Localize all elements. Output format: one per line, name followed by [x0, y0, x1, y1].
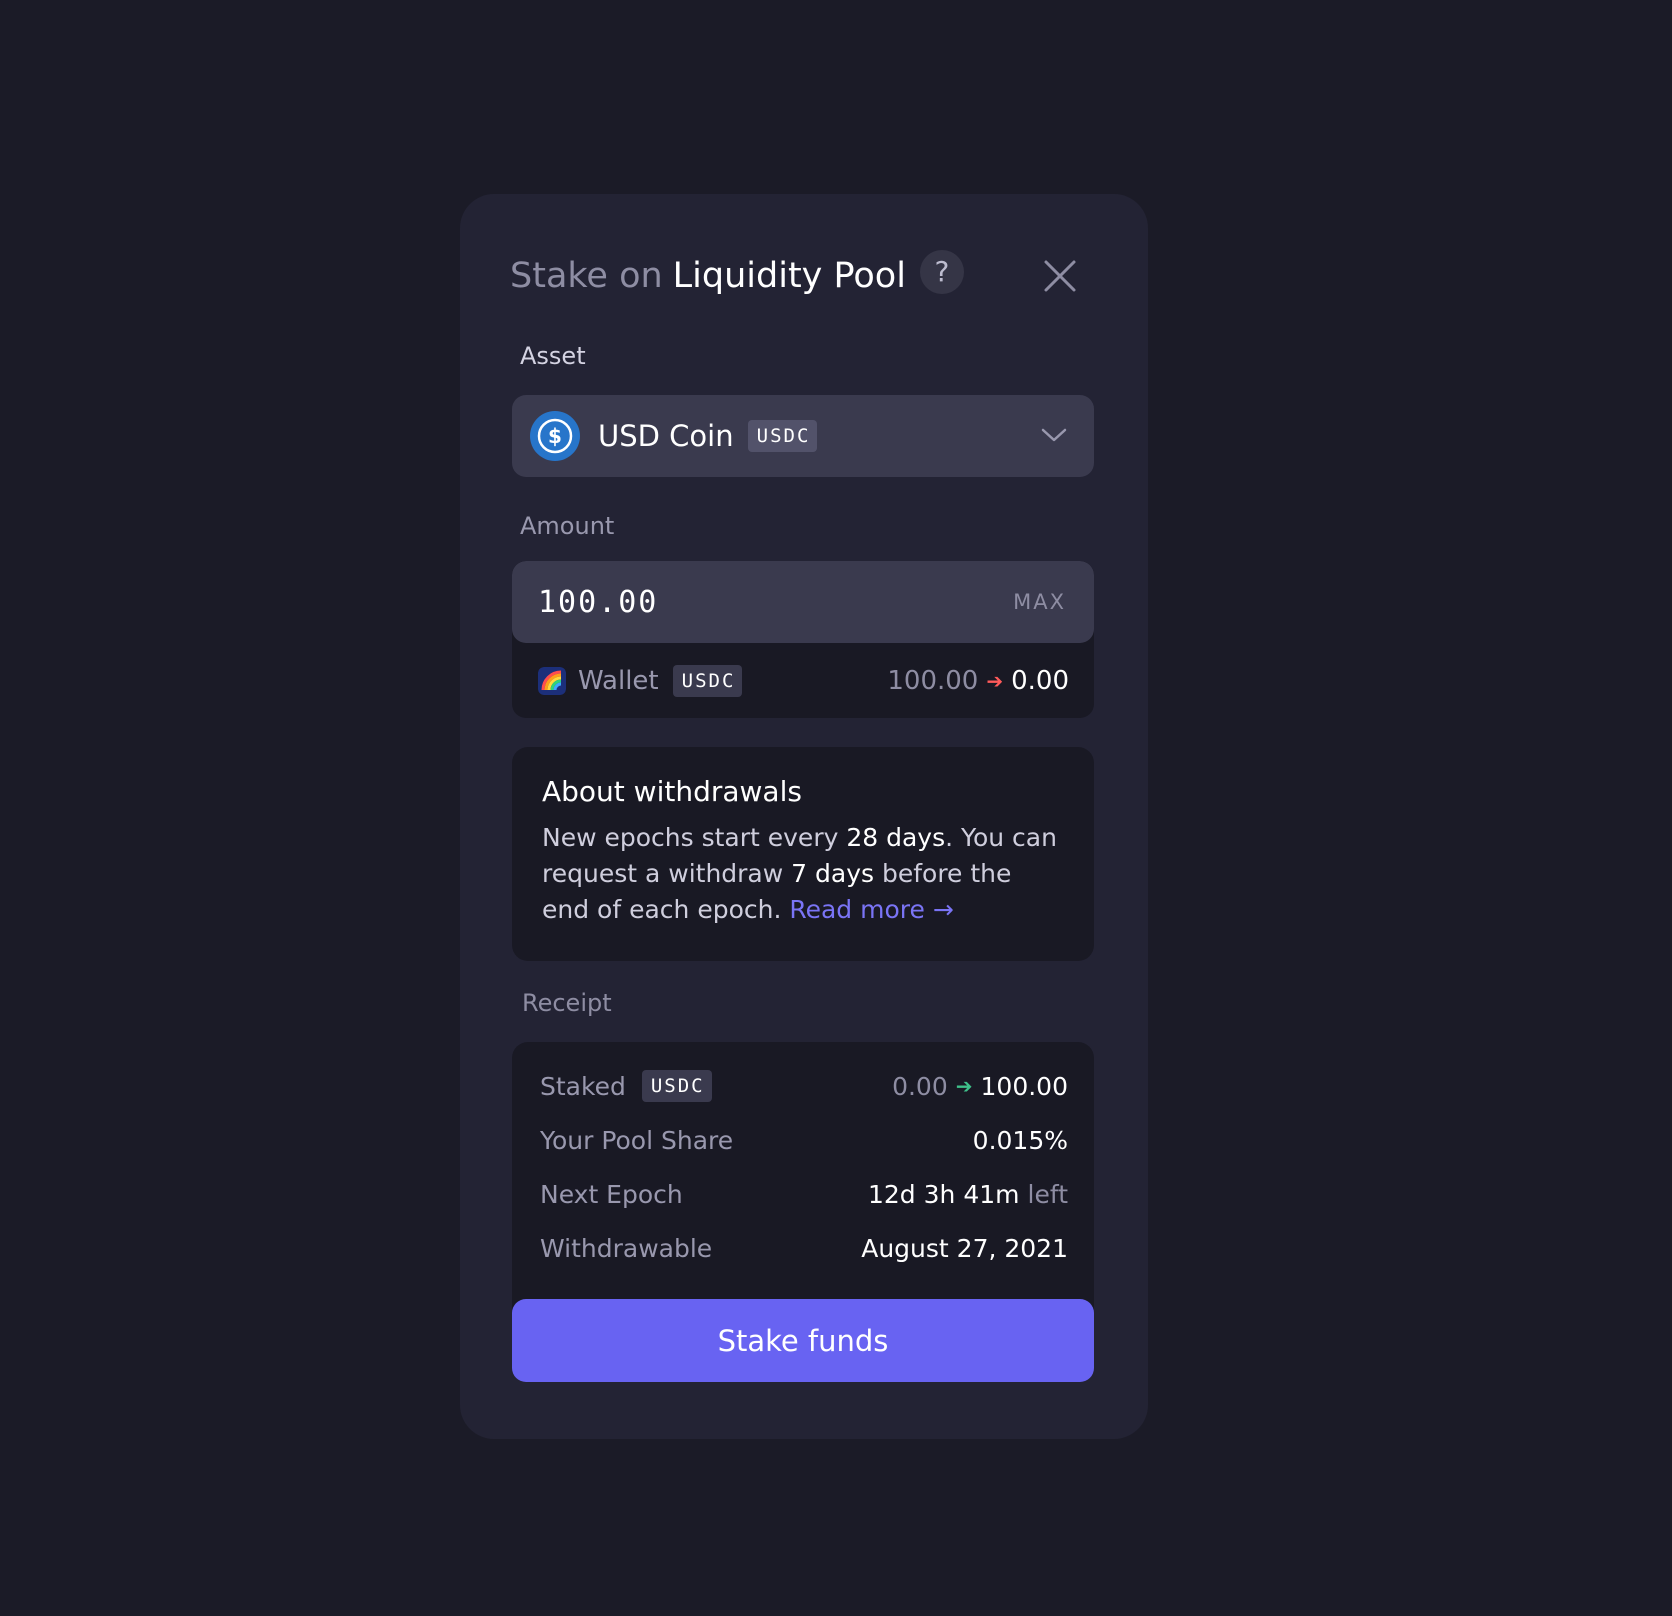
read-more-link[interactable]: Read more →: [789, 895, 953, 924]
asset-ticker-badge: USDC: [747, 420, 818, 452]
staked-label: Staked: [540, 1071, 626, 1101]
asset-select[interactable]: $ USD Coin USDC: [512, 395, 1094, 477]
wallet-balance-from: 100.00: [887, 665, 979, 696]
next-epoch-time: 12d 3h 41m: [868, 1179, 1020, 1209]
next-epoch-value: 12d 3h 41m left: [868, 1180, 1068, 1209]
title-pool-name: Liquidity Pool: [672, 256, 906, 296]
wallet-balance-row: Wallet USDC 100.00 ➔ 0.00: [512, 643, 1094, 718]
arrow-right-icon: ➔: [955, 1074, 973, 1098]
amount-panel: MAX Wallet USDC 100.00 ➔ 0.00: [512, 561, 1094, 718]
amount-input-box[interactable]: MAX: [512, 561, 1094, 643]
wallet-label: Wallet: [578, 665, 659, 696]
close-icon[interactable]: [1042, 258, 1078, 294]
staked-ticker-badge: USDC: [641, 1070, 712, 1102]
max-button[interactable]: MAX: [1013, 590, 1066, 614]
receipt-row-next-epoch: Next Epoch 12d 3h 41m left: [540, 1174, 1068, 1214]
withdrawable-value: August 27, 2021: [861, 1233, 1068, 1263]
stake-funds-button[interactable]: Stake funds: [512, 1299, 1094, 1382]
next-epoch-suffix: left: [1027, 1179, 1069, 1209]
request-days: 7 days: [791, 859, 875, 888]
epoch-days: 28 days: [846, 823, 946, 852]
wallet-ticker-badge: USDC: [672, 664, 743, 697]
staked-from: 0.00: [892, 1071, 948, 1101]
pool-share-label: Your Pool Share: [540, 1125, 734, 1155]
receipt-label: Receipt: [522, 989, 612, 1017]
pool-share-value: 0.015%: [972, 1125, 1068, 1155]
chevron-down-icon[interactable]: [1040, 425, 1068, 445]
svg-text:$: $: [548, 424, 562, 448]
asset-label: Asset: [520, 342, 586, 370]
amount-input[interactable]: [538, 584, 838, 620]
withdrawable-label: Withdrawable: [540, 1233, 713, 1263]
modal-header: Stake on Liquidity Pool ?: [510, 246, 1098, 306]
wallet-balance-change: 100.00 ➔ 0.00: [887, 666, 1069, 696]
asset-name: USD Coin: [598, 419, 734, 453]
receipt-row-pool-share: Your Pool Share 0.015%: [540, 1120, 1068, 1160]
receipt-card: Staked USDC 0.00 ➔ 100.00 Your Pool Shar…: [512, 1042, 1094, 1322]
staked-change: 0.00 ➔ 100.00: [892, 1072, 1068, 1101]
stake-modal: Stake on Liquidity Pool ? Asset $ USD Co…: [460, 194, 1148, 1439]
help-icon[interactable]: ?: [919, 250, 964, 294]
about-text-1: New epochs start every: [542, 823, 847, 852]
about-withdrawals-card: About withdrawals New epochs start every…: [512, 747, 1094, 961]
receipt-row-withdrawable: Withdrawable August 27, 2021: [540, 1228, 1068, 1268]
next-epoch-label: Next Epoch: [540, 1179, 683, 1209]
receipt-row-staked: Staked USDC 0.00 ➔ 100.00: [540, 1066, 1068, 1106]
about-text: New epochs start every 28 days. You can …: [542, 820, 1064, 928]
rainbow-wallet-icon: [538, 666, 566, 695]
staked-to: 100.00: [980, 1071, 1068, 1101]
usdc-coin-icon: $: [530, 411, 580, 461]
about-title: About withdrawals: [542, 775, 802, 808]
arrow-right-icon: ➔: [986, 668, 1004, 693]
amount-label: Amount: [520, 512, 615, 540]
modal-title: Stake on Liquidity Pool ?: [510, 246, 964, 306]
title-prefix: Stake on: [510, 256, 663, 296]
wallet-balance-to: 0.00: [1011, 665, 1069, 696]
